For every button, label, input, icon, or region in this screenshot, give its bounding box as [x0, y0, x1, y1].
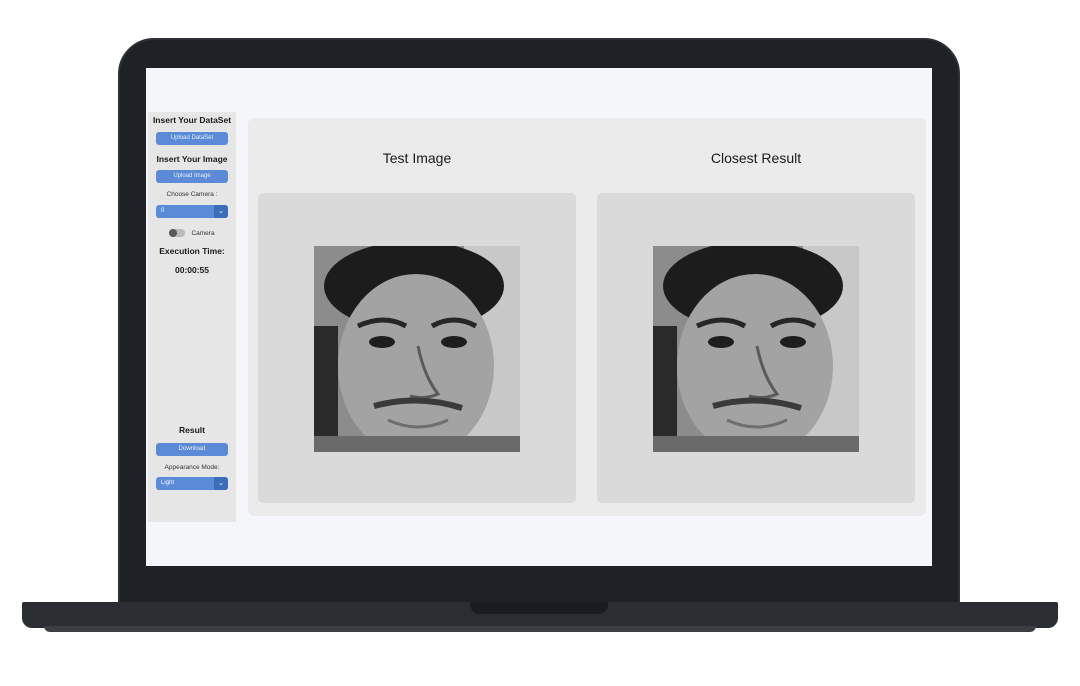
closest-result-image	[653, 246, 859, 452]
face-photo-icon	[314, 246, 520, 452]
laptop-base-edge	[44, 626, 1036, 632]
upload-dataset-button[interactable]: Upload DataSet	[156, 132, 228, 145]
face-photo-icon	[653, 246, 859, 452]
camera-toggle-label: Camera	[191, 229, 215, 237]
chevron-down-icon[interactable]: ⌄	[214, 477, 228, 490]
sidebar: Insert Your DataSet Upload DataSet Inser…	[148, 112, 236, 522]
appearance-select-value: Light	[161, 480, 175, 486]
main-content: Test Image Closest Result	[248, 118, 926, 516]
laptop-screen: Insert Your DataSet Upload DataSet Inser…	[146, 68, 932, 566]
laptop-notch	[470, 602, 608, 614]
closest-result-title: Closest Result	[710, 150, 802, 166]
camera-toggle-row[interactable]: Camera	[169, 229, 215, 237]
test-image	[314, 246, 520, 452]
dataset-heading: Insert Your DataSet	[152, 115, 232, 125]
execution-time-value: 00:00:55	[174, 265, 210, 275]
choose-camera-label: Choose Camera :	[166, 191, 218, 198]
camera-select-value: 0	[161, 208, 165, 214]
camera-select[interactable]: 0 ⌄	[156, 205, 228, 218]
result-heading: Result	[179, 425, 205, 435]
app-window: Insert Your DataSet Upload DataSet Inser…	[146, 112, 932, 522]
upload-image-button[interactable]: Upload Image	[156, 170, 228, 183]
appearance-mode-label: Appearance Mode:	[164, 464, 220, 471]
appearance-select[interactable]: Light ⌄	[156, 477, 228, 490]
camera-toggle[interactable]	[169, 229, 186, 237]
test-image-panel	[258, 193, 576, 503]
execution-time-label: Execution Time:	[159, 246, 225, 256]
download-button[interactable]: Download	[156, 443, 228, 456]
test-image-title: Test Image	[382, 150, 452, 166]
toggle-knob	[169, 229, 178, 237]
closest-result-panel	[597, 193, 915, 503]
chevron-down-icon[interactable]: ⌄	[214, 205, 228, 218]
image-heading: Insert Your Image	[156, 154, 228, 164]
